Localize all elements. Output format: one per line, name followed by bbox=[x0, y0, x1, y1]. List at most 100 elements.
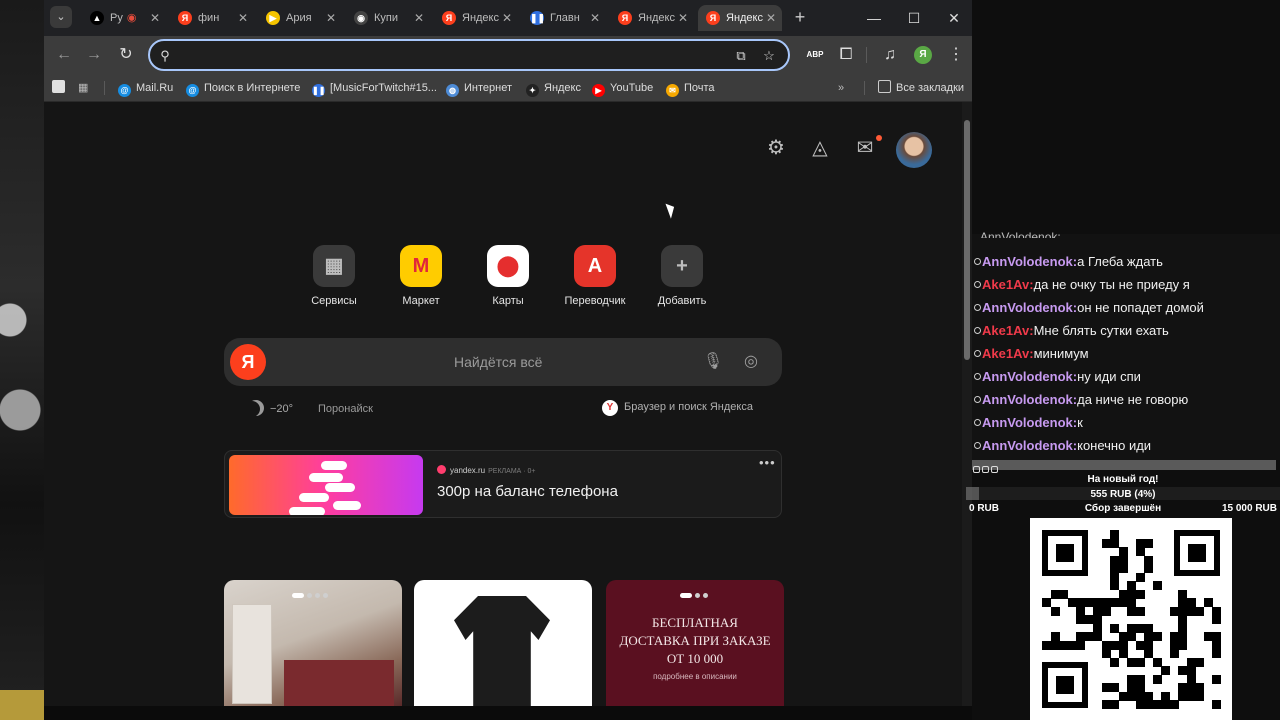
service-label: Маркет bbox=[402, 295, 440, 307]
service-market[interactable]: М Маркет bbox=[381, 245, 461, 307]
all-bookmarks-label: Все закладки bbox=[896, 82, 965, 94]
close-tab-icon[interactable]: ✕ bbox=[238, 5, 248, 31]
alice-icon[interactable]: ◬ bbox=[806, 134, 834, 162]
weather-widget[interactable]: −20° bbox=[248, 400, 293, 416]
qr-code bbox=[1030, 518, 1232, 720]
settings-sliders-icon[interactable]: ⚙ bbox=[762, 134, 790, 162]
address-bar[interactable]: ⚲ ⧉ ☆ bbox=[148, 39, 790, 71]
plus-icon: + bbox=[661, 245, 703, 287]
close-window-icon[interactable]: ✕ bbox=[944, 8, 964, 28]
tab-search-button[interactable]: ⌄ bbox=[50, 6, 72, 28]
tab-label: Яндекс bbox=[462, 12, 499, 24]
forward-icon[interactable]: → bbox=[84, 45, 104, 65]
delivery-line-2: ДОСТАВКА ПРИ ЗАКАЗЕ bbox=[619, 633, 771, 648]
chat-badge-icon bbox=[974, 396, 981, 403]
tab-7[interactable]: Я Яндекс ✕ bbox=[610, 5, 694, 31]
translate-icon: A bbox=[574, 245, 616, 287]
chat-badge-icon bbox=[974, 258, 981, 265]
tab-5[interactable]: Я Яндекс ✕ bbox=[434, 5, 518, 31]
bookmark-item[interactable]: ✉ Почта bbox=[666, 80, 715, 97]
apps-icon[interactable] bbox=[52, 80, 70, 96]
city-label[interactable]: Поронайск bbox=[318, 403, 373, 415]
search-box[interactable]: Я Найдётся всё 🎙 ◎ bbox=[224, 338, 782, 386]
chat-badge-icon bbox=[974, 350, 981, 357]
profile-avatar[interactable]: Я bbox=[914, 46, 932, 64]
service-plus[interactable]: + Добавить bbox=[642, 245, 722, 307]
media-control-icon[interactable]: ♫ bbox=[880, 45, 900, 65]
tab-label: Купи bbox=[374, 12, 399, 24]
chat-text: к bbox=[1077, 415, 1083, 430]
camera-search-icon[interactable]: ◎ bbox=[740, 351, 762, 373]
tab-6[interactable]: ❚❚ Главн ✕ bbox=[522, 5, 606, 31]
bookmark-item[interactable]: @ Поиск в Интернете bbox=[186, 80, 300, 97]
play-icon: ▶ bbox=[266, 11, 280, 26]
tab-3[interactable]: ▶ Ария ✕ bbox=[258, 5, 342, 31]
service-grid[interactable]: ▦ Сервисы bbox=[294, 245, 374, 307]
microphone-icon[interactable]: 🎙 bbox=[702, 351, 724, 373]
service-label: Карты bbox=[492, 295, 524, 307]
install-app-icon[interactable]: ⧉ bbox=[732, 47, 750, 65]
close-tab-icon[interactable]: ✕ bbox=[678, 5, 688, 31]
bookmark-item[interactable]: ✦ Яндекс bbox=[526, 80, 581, 97]
minimize-icon[interactable]: — bbox=[864, 8, 884, 28]
search-placeholder: Найдётся всё bbox=[454, 354, 543, 370]
delivery-line-3: ОТ 10 000 bbox=[666, 651, 724, 666]
chat-badge-icon bbox=[974, 442, 981, 449]
bookmark-item[interactable]: ◍ Интернет bbox=[446, 80, 512, 97]
service-label: Переводчик bbox=[564, 295, 626, 307]
yandex-browser-icon: Y bbox=[602, 400, 618, 416]
feed-card-shirt[interactable] bbox=[414, 580, 592, 706]
bookmarks-overflow-icon[interactable]: » bbox=[838, 80, 844, 96]
yandex-start-page: ⚙ ◬ ✉ ▦ Сервисы М Маркет ⬤ Карты A Переводчик + Д… bbox=[44, 102, 962, 706]
moon-icon bbox=[248, 400, 264, 416]
chat-badge-icon bbox=[974, 373, 981, 380]
close-tab-icon[interactable]: ✕ bbox=[590, 5, 600, 31]
delivery-line-1: БЕСПЛАТНАЯ bbox=[652, 615, 738, 630]
service-translate[interactable]: A Переводчик bbox=[555, 245, 635, 307]
chat-text: Мне блять сутки ехать bbox=[1033, 323, 1169, 338]
back-icon[interactable]: ← bbox=[54, 45, 74, 65]
tab-2[interactable]: Яфин ✕ bbox=[170, 5, 254, 31]
adblock-extension-icon[interactable]: ABP bbox=[806, 46, 824, 64]
new-tab-button[interactable]: + bbox=[790, 7, 810, 27]
reload-icon[interactable]: ↻ bbox=[116, 45, 136, 65]
bookmark-star-icon[interactable]: ☆ bbox=[760, 47, 778, 65]
extensions-puzzle-icon[interactable]: ⧠ bbox=[836, 45, 856, 65]
grid-apps-icon[interactable]: ▦ bbox=[78, 80, 88, 96]
bookmark-item[interactable]: ▶ YouTube bbox=[592, 80, 653, 97]
mouse-cursor-icon bbox=[665, 201, 678, 219]
bookmark-item[interactable]: @ Mail.Ru bbox=[118, 80, 173, 97]
chat-message: AnnVolodenok:к bbox=[974, 415, 1083, 430]
tab-8[interactable]: Я Яндекс ✕ bbox=[698, 5, 782, 31]
close-tab-icon[interactable]: ✕ bbox=[150, 5, 160, 31]
feed-card-interior[interactable] bbox=[224, 580, 402, 706]
chat-text: конечно иди bbox=[1077, 438, 1152, 453]
bookmark-item[interactable]: ❚❚ [MusicForTwitch#15... bbox=[312, 80, 437, 97]
user-avatar[interactable] bbox=[896, 132, 932, 168]
close-tab-icon[interactable]: ✕ bbox=[766, 5, 776, 31]
chat-cut-message: AnnVolodenok: bbox=[980, 230, 1061, 238]
close-tab-icon[interactable]: ✕ bbox=[326, 5, 336, 31]
feed-card-delivery[interactable]: БЕСПЛАТНАЯ ДОСТАВКА ПРИ ЗАКАЗЕ ОТ 10 000… bbox=[606, 580, 784, 706]
mail-icon: ✉ bbox=[666, 84, 679, 97]
tab-1[interactable]: ▲ Ру ◉ ✕ bbox=[82, 5, 166, 31]
maximize-icon[interactable]: ☐ bbox=[904, 8, 924, 28]
close-tab-icon[interactable]: ✕ bbox=[414, 5, 424, 31]
address-input[interactable] bbox=[180, 46, 700, 64]
service-label: Сервисы bbox=[311, 295, 357, 307]
browser-promo-label: Браузер и поиск Яндекса bbox=[624, 401, 753, 413]
ad-banner[interactable]: yandex.ru РЕКЛАМА · 0+ 300р на баланс тел… bbox=[224, 450, 782, 518]
chat-username: AnnVolodenok bbox=[982, 392, 1073, 407]
close-tab-icon[interactable]: ✕ bbox=[502, 5, 512, 31]
all-bookmarks[interactable]: Все закладки bbox=[878, 80, 964, 96]
service-map-pin[interactable]: ⬤ Карты bbox=[468, 245, 548, 307]
tab-4[interactable]: ◉ Купи ✕ bbox=[346, 5, 430, 31]
yandex-icon: Я bbox=[442, 11, 456, 26]
ad-more-icon[interactable]: ••• bbox=[759, 455, 776, 470]
ad-source-icon bbox=[437, 465, 446, 474]
menu-kebab-icon[interactable]: ⋮ bbox=[946, 45, 966, 65]
chat-text: да ниче не говорю bbox=[1077, 392, 1189, 407]
page-scrollbar[interactable] bbox=[962, 102, 972, 706]
browser-promo-link[interactable]: Y Браузер и поиск Яндекса bbox=[602, 400, 753, 416]
mail-icon[interactable]: ✉ bbox=[851, 134, 879, 162]
